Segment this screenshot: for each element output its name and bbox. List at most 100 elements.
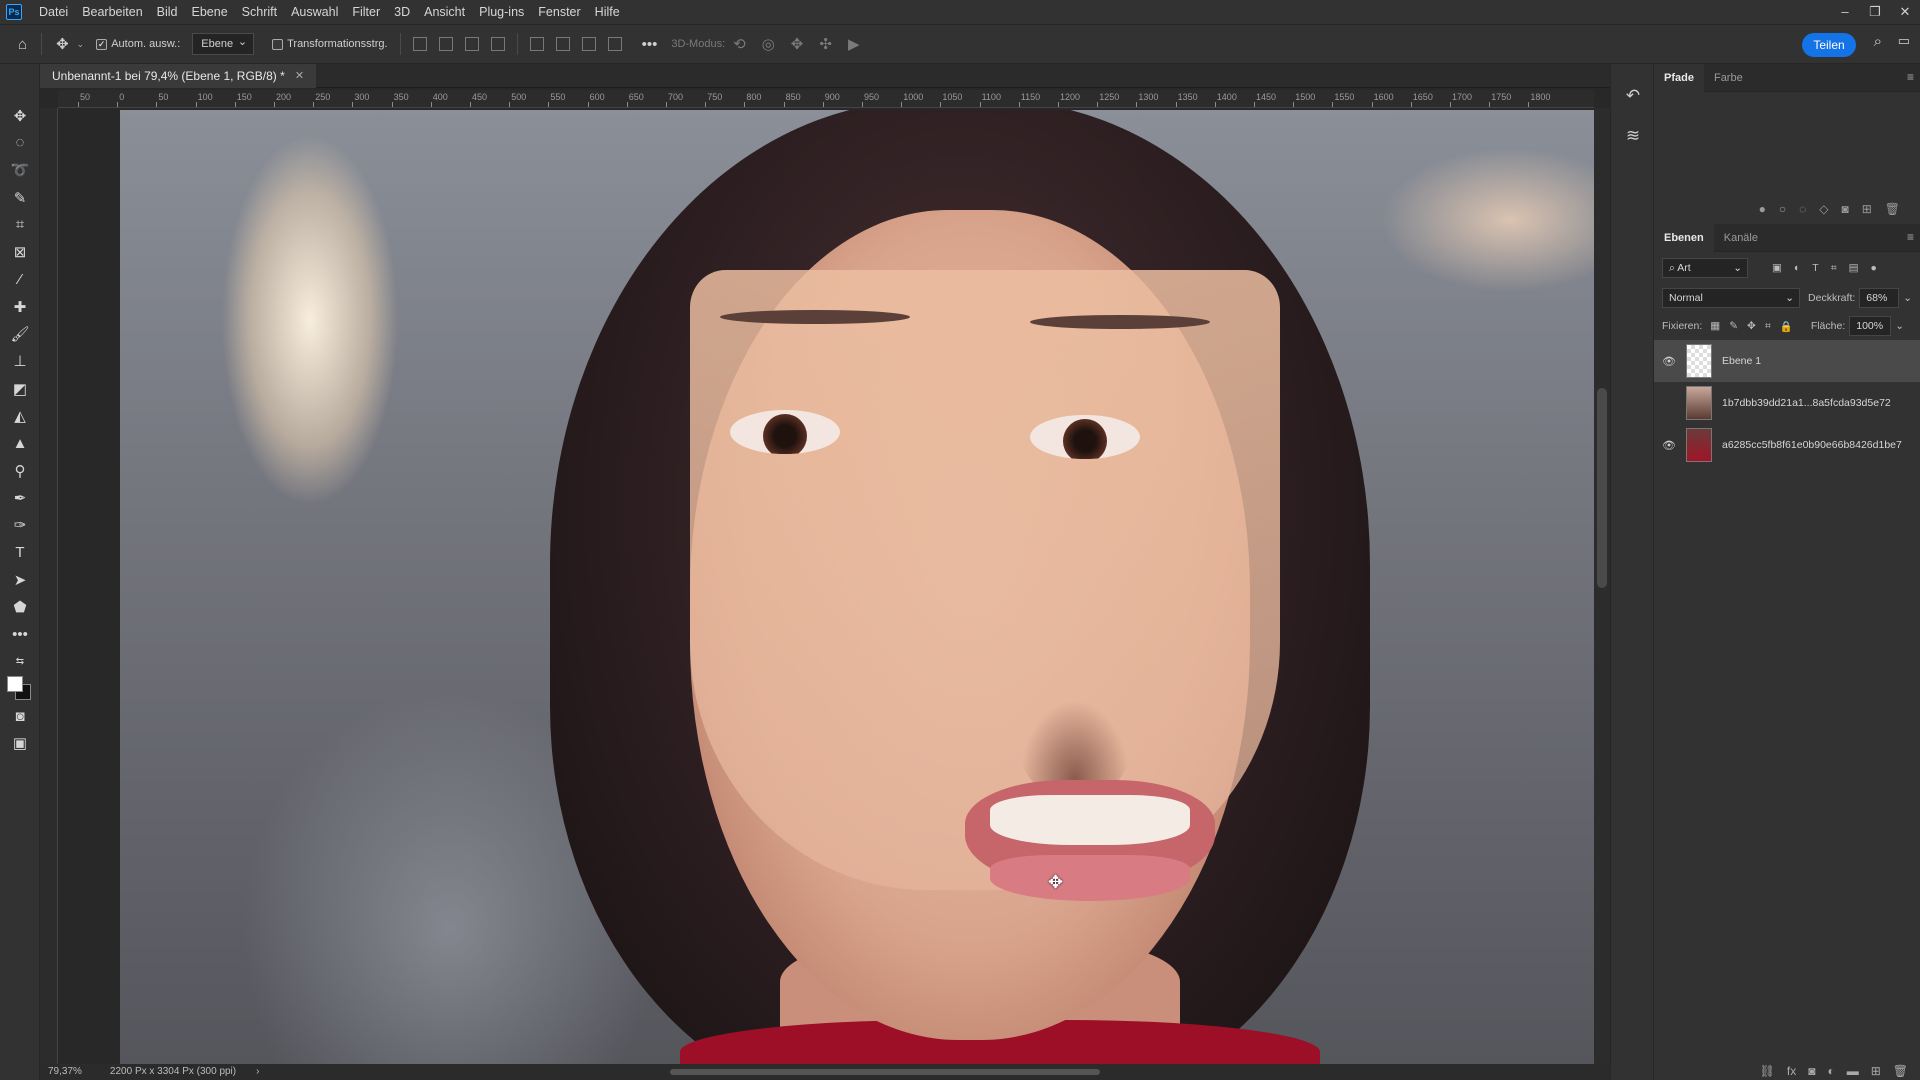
document-info[interactable]: 2200 Px x 3304 Px (300 ppi) [110,1064,236,1080]
menu-hilfe[interactable]: Hilfe [588,0,627,24]
align-left-icon[interactable] [412,37,427,51]
move-tool-preset-icon[interactable]: ✥ [56,35,69,53]
vertical-ruler[interactable] [40,108,58,1068]
lock-image-icon[interactable]: ✎ [1729,320,1738,332]
chevron-right-icon[interactable]: › [256,1064,259,1080]
color-swatches[interactable] [0,675,40,702]
menu-3d[interactable]: 3D [387,0,417,24]
lock-all-icon[interactable]: 🔒 [1780,320,1793,333]
opacity-input[interactable]: 68% [1859,288,1900,308]
dodge-tool-icon[interactable]: ⚲ [0,457,40,484]
delete-icon[interactable]: 🗑 [1885,202,1900,216]
new-path-icon[interactable]: ⊞ [1862,202,1872,216]
move-tool-icon[interactable]: ✥ [0,102,40,129]
layer-name[interactable]: 1b7dbb39dd21a1...8a5fcda93d5e72 [1722,397,1891,409]
frame-tool-icon[interactable]: ⊠ [0,238,40,265]
libraries-panel-icon[interactable]: ≋ [1611,116,1655,156]
crop-tool-icon[interactable]: ⌗ [0,211,40,238]
lasso-tool-icon[interactable]: ➰ [0,157,40,184]
panel-menu-icon[interactable]: ≡ [1907,70,1914,84]
panel-menu-icon[interactable]: ≡ [1907,230,1914,244]
lock-artboard-icon[interactable]: ⌗ [1765,320,1771,333]
scrollbar-thumb[interactable] [1597,388,1607,588]
document-tab[interactable]: Unbenannt-1 bei 79,4% (Ebene 1, RGB/8) *… [40,64,317,88]
menu-auswahl[interactable]: Auswahl [284,0,345,24]
photoshop-logo[interactable]: Ps [6,4,22,20]
auto-select-target-dropdown[interactable]: Ebene [192,32,255,55]
lock-position-icon[interactable]: ✥ [1747,320,1756,332]
zoom-level[interactable]: 79,37% [48,1064,82,1080]
quick-mask-icon[interactable]: ◙ [0,703,40,730]
chevron-down-icon[interactable]: ⌄ [77,39,85,50]
restore-icon[interactable]: ❐ [1860,0,1890,24]
filter-smart-object-icon[interactable]: ▤ [1849,262,1859,274]
vertical-scrollbar[interactable] [1594,108,1610,1064]
eraser-tool-icon[interactable]: ◩ [0,375,40,402]
fx-icon[interactable]: fx [1787,1064,1796,1078]
layer-row[interactable]: 1b7dbb39dd21a1...8a5fcda93d5e72 [1654,382,1920,424]
type-tool-icon[interactable]: T [0,539,40,566]
filter-toggle-icon[interactable]: ● [1871,262,1877,274]
tab-color[interactable]: Farbe [1704,64,1753,92]
3d-rotate-icon[interactable]: ⟲ [733,35,746,53]
foreground-color-swatch[interactable] [7,675,23,692]
3d-pan-icon[interactable]: ✥ [791,35,804,53]
3d-camera-icon[interactable]: ▶ [848,35,860,53]
pen-tool-icon[interactable]: ✒ [0,484,40,511]
workspace-layout-icon[interactable]: ▭ [1898,33,1910,49]
path-select-tool-icon[interactable]: ➤ [0,566,40,593]
tab-layers[interactable]: Ebenen [1654,223,1714,252]
align-top-icon[interactable] [529,37,544,51]
swap-colors-icon[interactable]: ⇆ [0,648,40,675]
tab-paths[interactable]: Pfade [1654,63,1704,92]
chevron-down-icon[interactable]: ⌄ [1903,292,1912,304]
brush-tool-icon[interactable]: 🖌 [0,320,40,347]
menu-bild[interactable]: Bild [150,0,185,24]
checkbox-checked-icon[interactable]: ✓ [96,38,108,50]
close-icon[interactable]: ✕ [1890,0,1920,24]
clone-stamp-tool-icon[interactable]: ⊥ [0,348,40,375]
menu-datei[interactable]: Datei [32,0,75,24]
layer-row[interactable]: 👁 Ebene 1 [1654,340,1920,382]
menu-fenster[interactable]: Fenster [531,0,587,24]
edit-toolbar-icon[interactable]: ••• [0,621,40,648]
auto-select-checkbox[interactable]: ✓ Autom. ausw.: [96,38,180,50]
checkbox-unchecked-icon[interactable] [272,38,284,50]
load-selection-icon[interactable]: ◌ [1799,202,1806,216]
visibility-eye-icon[interactable]: 👁 [1662,355,1680,368]
blur-tool-icon[interactable]: ▲ [0,430,40,457]
chevron-down-icon[interactable]: ⌄ [1895,320,1904,332]
stroke-path-icon[interactable]: ○ [1779,202,1786,216]
healing-brush-tool-icon[interactable]: ✚ [0,293,40,320]
visibility-eye-icon[interactable]: 👁 [1662,439,1680,452]
horizontal-scrollbar-thumb[interactable] [670,1069,1100,1075]
more-options-icon[interactable]: ••• [642,36,658,53]
filter-shape-icon[interactable]: ⌗ [1831,262,1837,275]
fill-path-icon[interactable]: ● [1759,202,1766,216]
horizontal-ruler[interactable]: 50 0 50 100 150 200 250 300 350 400 450 500 550 600 65… [58,90,1594,108]
add-mask-icon[interactable]: ◙ [1808,1064,1815,1078]
menu-filter[interactable]: Filter [345,0,387,24]
distribute-h-icon[interactable] [490,37,505,51]
layer-row[interactable]: 👁 a6285cc5fb8f61e0b90e66b8426d1be7 [1654,424,1920,466]
document-canvas-image[interactable]: ✥ [120,110,1594,1064]
history-panel-icon[interactable]: ↶ [1611,76,1655,116]
filter-pixel-icon[interactable]: ▣ [1772,262,1782,274]
search-icon[interactable]: ⌕ [1874,33,1882,50]
paint-bucket-tool-icon[interactable]: ◭ [0,402,40,429]
filter-type-icon[interactable]: T [1812,262,1818,274]
new-layer-icon[interactable]: ⊞ [1871,1064,1881,1078]
home-icon[interactable]: ⌂ [18,36,27,53]
curvature-pen-tool-icon[interactable]: ✑ [0,511,40,538]
adjustment-layer-icon[interactable]: ◐ [1827,1064,1834,1078]
filter-adjustment-icon[interactable]: ◐ [1794,262,1800,274]
quick-select-tool-icon[interactable]: ✎ [0,184,40,211]
layer-filter-dropdown[interactable]: ⌕ Art ⌄ [1662,258,1748,278]
delete-icon[interactable]: 🗑 [1893,1064,1908,1078]
eyedropper-tool-icon[interactable]: ⁄ [0,266,40,293]
align-middle-v-icon[interactable] [555,37,570,51]
layer-name[interactable]: Ebene 1 [1722,355,1761,367]
lock-transparent-icon[interactable]: ▦ [1710,320,1720,332]
menu-plugins[interactable]: Plug-ins [472,0,531,24]
close-icon[interactable]: ✕ [295,64,304,88]
